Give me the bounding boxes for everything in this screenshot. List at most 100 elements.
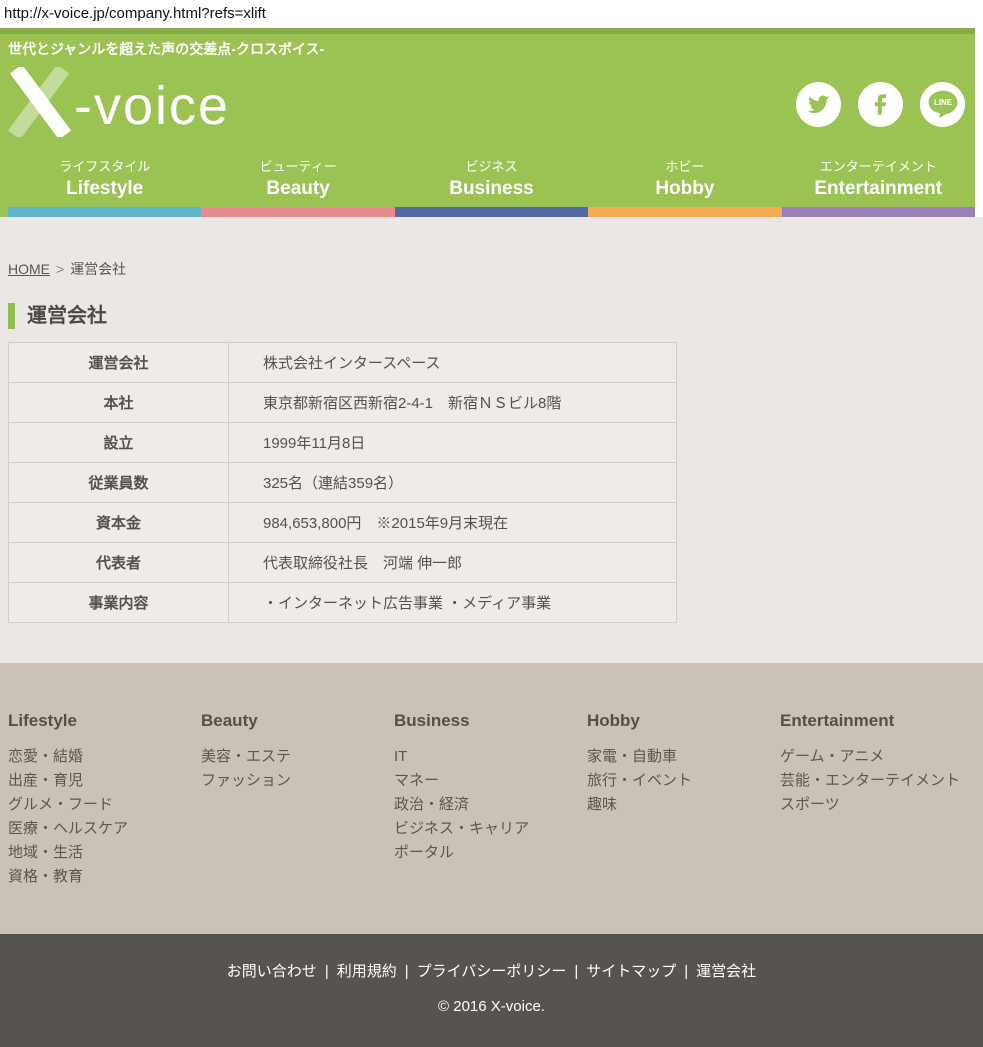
nav-label-jp: ホビー <box>588 156 781 175</box>
row-label: 設立 <box>9 423 229 463</box>
row-label: 代表者 <box>9 543 229 583</box>
table-row: 事業内容 ・インターネット広告事業 ・メディア事業 <box>9 583 677 623</box>
x-voice-logo-graphic: -voice <box>8 67 230 137</box>
nav-label-jp: エンターテイメント <box>782 156 975 175</box>
facebook-icon[interactable] <box>858 82 903 127</box>
footer-link[interactable]: 政治・経済 <box>394 793 587 817</box>
footer-col-lifestyle: Lifestyle 恋愛・結婚 出産・育児 グルメ・フード 医療・ヘルスケア 地… <box>8 711 201 934</box>
row-label: 事業内容 <box>9 583 229 623</box>
svg-text:-voice: -voice <box>74 76 230 136</box>
nav-underline-beauty <box>201 207 394 217</box>
footer-link[interactable]: マネー <box>394 769 587 793</box>
row-label: 従業員数 <box>9 463 229 503</box>
footer-link-company[interactable]: 運営会社 <box>696 963 756 980</box>
footer-link[interactable]: 芸能・エンターテイメント <box>780 769 973 793</box>
nav-label-en: Business <box>395 178 588 200</box>
table-row: 運営会社 株式会社インタースペース <box>9 343 677 383</box>
nav-item-hobby[interactable]: ホビー Hobby <box>588 156 781 200</box>
footer-link[interactable]: 家電・自動車 <box>587 745 780 769</box>
footer-link-sitemap[interactable]: サイトマップ <box>586 963 676 980</box>
footer-bottom-links: お問い合わせ | 利用規約 | プライバシーポリシー | サイトマップ | 運営会社 <box>0 960 983 981</box>
table-row: 代表者 代表取締役社長 河端 伸一郎 <box>9 543 677 583</box>
nav-underline-lifestyle <box>8 207 201 217</box>
footer-link[interactable]: 恋愛・結婚 <box>8 745 201 769</box>
footer-link-separator: | <box>325 963 329 980</box>
footer-link-separator: | <box>405 963 409 980</box>
breadcrumb-home-link[interactable]: HOME <box>8 261 50 277</box>
nav-item-beauty[interactable]: ビューティー Beauty <box>201 156 394 200</box>
footer-link[interactable]: 地域・生活 <box>8 841 201 865</box>
row-value: 東京都新宿区西新宿2-4-1 新宿ＮＳビル8階 <box>229 383 677 423</box>
footer-col-title: Business <box>394 711 587 731</box>
table-row: 設立 1999年11月8日 <box>9 423 677 463</box>
footer-link[interactable]: ファッション <box>201 769 394 793</box>
footer-col-title: Hobby <box>587 711 780 731</box>
row-label: 本社 <box>9 383 229 423</box>
main-content: HOME > 運営会社 運営会社 運営会社 株式会社インタースペース 本社 東京都新… <box>0 217 983 663</box>
footer-col-hobby: Hobby 家電・自動車 旅行・イベント 趣味 <box>587 711 780 934</box>
footer-categories: Lifestyle 恋愛・結婚 出産・育児 グルメ・フード 医療・ヘルスケア 地… <box>0 663 983 934</box>
row-value: 984,653,800円 ※2015年9月末現在 <box>229 503 677 543</box>
footer-link-separator: | <box>684 963 688 980</box>
table-row: 資本金 984,653,800円 ※2015年9月末現在 <box>9 503 677 543</box>
site-header: 世代とジャンルを超えた声の交差点-クロスボイス- -voice <box>0 28 975 217</box>
footer-link[interactable]: 医療・ヘルスケア <box>8 817 201 841</box>
footer-link[interactable]: 旅行・イベント <box>587 769 780 793</box>
nav-label-en: Lifestyle <box>8 178 201 200</box>
footer-link-contact[interactable]: お問い合わせ <box>227 963 317 980</box>
footer-link[interactable]: 出産・育児 <box>8 769 201 793</box>
nav-label-en: Beauty <box>201 178 394 200</box>
row-value: 1999年11月8日 <box>229 423 677 463</box>
footer-link-terms[interactable]: 利用規約 <box>337 963 397 980</box>
footer-col-title: Beauty <box>201 711 394 731</box>
row-label: 運営会社 <box>9 343 229 383</box>
row-value: 325名（連結359名） <box>229 463 677 503</box>
footer-link[interactable]: ビジネス・キャリア <box>394 817 587 841</box>
breadcrumb: HOME > 運営会社 <box>8 259 983 279</box>
site-tagline: 世代とジャンルを超えた声の交差点-クロスボイス- <box>0 34 975 64</box>
footer-col-title: Lifestyle <box>8 711 201 731</box>
footer-link[interactable]: 趣味 <box>587 793 780 817</box>
nav-label-en: Entertainment <box>782 178 975 200</box>
nav-label-en: Hobby <box>588 178 781 200</box>
social-links: LINE <box>796 82 965 127</box>
nav-color-bars <box>8 207 975 217</box>
nav-underline-hobby <box>588 207 781 217</box>
footer-col-business: Business IT マネー 政治・経済 ビジネス・キャリア ポータル <box>394 711 587 934</box>
nav-label-jp: ビジネス <box>395 156 588 175</box>
nav-label-jp: ビューティー <box>201 156 394 175</box>
footer-col-title: Entertainment <box>780 711 973 731</box>
row-value: ・インターネット広告事業 ・メディア事業 <box>229 583 677 623</box>
footer-col-entertainment: Entertainment ゲーム・アニメ 芸能・エンターテイメント スポーツ <box>780 711 973 934</box>
footer-link[interactable]: ゲーム・アニメ <box>780 745 973 769</box>
company-info-table: 運営会社 株式会社インタースペース 本社 東京都新宿区西新宿2-4-1 新宿ＮＳ… <box>8 342 677 623</box>
nav-item-entertainment[interactable]: エンターテイメント Entertainment <box>782 156 975 200</box>
footer-link[interactable]: 美容・エステ <box>201 745 394 769</box>
table-row: 従業員数 325名（連結359名） <box>9 463 677 503</box>
copyright-text: © 2016 X-voice. <box>0 998 983 1015</box>
footer-link[interactable]: スポーツ <box>780 793 973 817</box>
footer-col-beauty: Beauty 美容・エステ ファッション <box>201 711 394 934</box>
breadcrumb-separator: > <box>56 261 64 277</box>
site-logo[interactable]: -voice <box>8 67 230 142</box>
breadcrumb-current: 運営会社 <box>70 261 126 277</box>
line-badge-text: LINE <box>933 98 951 107</box>
nav-underline-entertainment <box>782 207 975 217</box>
nav-item-lifestyle[interactable]: ライフスタイル Lifestyle <box>8 156 201 200</box>
footer-link[interactable]: IT <box>394 745 587 769</box>
footer-link-privacy[interactable]: プライバシーポリシー <box>417 963 567 980</box>
twitter-icon[interactable] <box>796 82 841 127</box>
footer-link[interactable]: グルメ・フード <box>8 793 201 817</box>
nav-underline-business <box>395 207 588 217</box>
page-title: 運営会社 <box>8 303 983 329</box>
line-icon[interactable]: LINE <box>920 82 965 127</box>
row-label: 資本金 <box>9 503 229 543</box>
footer-link[interactable]: 資格・教育 <box>8 865 201 889</box>
nav-label-jp: ライフスタイル <box>8 156 201 175</box>
browser-url-text: http://x-voice.jp/company.html?refs=xlif… <box>0 0 983 28</box>
footer-link-separator: | <box>574 963 578 980</box>
footer-link[interactable]: ポータル <box>394 841 587 865</box>
nav-item-business[interactable]: ビジネス Business <box>395 156 588 200</box>
main-nav: ライフスタイル Lifestyle ビューティー Beauty ビジネス Bus… <box>0 144 975 207</box>
footer-bottom: お問い合わせ | 利用規約 | プライバシーポリシー | サイトマップ | 運営会社 © 201… <box>0 934 983 1047</box>
